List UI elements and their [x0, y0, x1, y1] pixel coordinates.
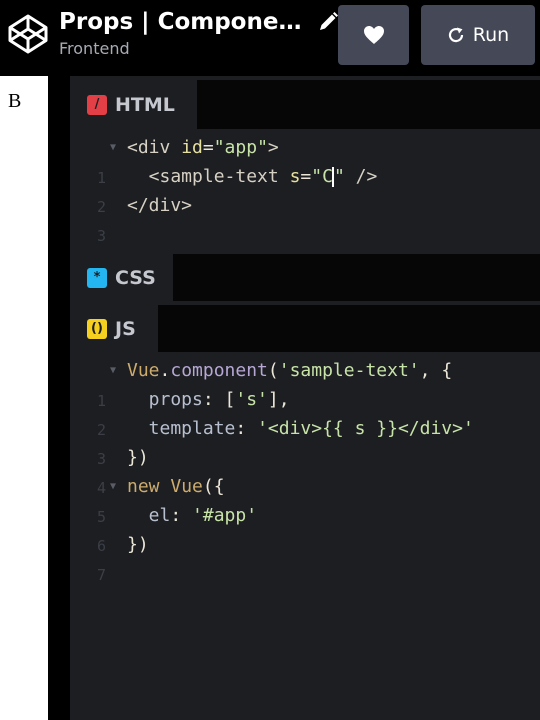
editors-panel: / HTML 1 ▼ <div id="app"> 2 <sample-text…: [70, 76, 540, 720]
code-line: 5 ▼ new Vue({: [70, 472, 540, 526]
fold-arrow-icon[interactable]: ▼: [110, 472, 116, 502]
codepen-logo-icon[interactable]: [7, 13, 49, 55]
line-number: 7: [96, 566, 106, 584]
code-line: 4: [70, 220, 540, 274]
resize-divider[interactable]: [48, 76, 70, 720]
preview-output: B: [8, 90, 22, 112]
code-line: 1 ▼ <div id="app">: [70, 133, 540, 187]
code-text: props: ['s'],: [127, 389, 290, 410]
code-line: 3 template: '<div>{{ s }}</div>': [70, 414, 540, 468]
html-tab-bar: / HTML: [70, 80, 540, 129]
tab-js[interactable]: () JS: [70, 305, 158, 352]
code-line: 4 }): [70, 443, 540, 497]
html-badge-icon: /: [87, 94, 107, 115]
code-line: 6 el: '#app': [70, 501, 540, 555]
code-text: template: '<div>{{ s }}</div>': [127, 418, 474, 439]
run-label: Run: [472, 24, 510, 46]
pen-header: Props | Components... Frontend Run: [0, 0, 540, 76]
code-line: 3 </div>: [70, 191, 540, 245]
run-button[interactable]: Run: [421, 5, 535, 65]
css-tab-bar: * CSS: [70, 254, 540, 301]
code-text: el: '#app': [127, 505, 258, 526]
code-text: Vue.component('sample-text', {: [127, 360, 453, 381]
pen-subtitle[interactable]: Frontend: [59, 39, 339, 59]
result-preview[interactable]: B: [0, 76, 48, 720]
refresh-icon: [448, 27, 463, 43]
love-button[interactable]: [338, 5, 409, 65]
code-line: 1 ▼ Vue.component('sample-text', {: [70, 356, 540, 410]
html-code-editor[interactable]: 1 ▼ <div id="app"> 2 <sample-text s="C" …: [70, 133, 540, 274]
code-line: 7 }): [70, 530, 540, 584]
pencil-icon[interactable]: [317, 11, 339, 33]
tab-css-label: CSS: [115, 266, 156, 289]
tab-js-label: JS: [115, 317, 136, 340]
fold-arrow-icon[interactable]: ▼: [110, 356, 116, 386]
code-text: new Vue({: [127, 476, 225, 497]
pen-title-area: Props | Components... Frontend: [59, 6, 339, 59]
code-text: </div>: [127, 195, 193, 216]
code-text: <sample-text s="C" />: [127, 166, 378, 187]
js-badge-icon: (): [87, 318, 107, 339]
tab-html-label: HTML: [115, 93, 175, 116]
fold-arrow-icon[interactable]: ▼: [110, 133, 116, 163]
code-text: <div id="app">: [127, 137, 279, 158]
js-tab-bar: () JS: [70, 305, 540, 352]
code-text: }): [127, 534, 149, 555]
heart-icon: [363, 26, 384, 44]
code-text: }): [127, 447, 149, 468]
tab-html[interactable]: / HTML: [70, 80, 197, 129]
code-line: 2 props: ['s'],: [70, 385, 540, 439]
js-code-editor[interactable]: 1 ▼ Vue.component('sample-text', { 2 pro…: [70, 356, 540, 720]
css-badge-icon: *: [87, 267, 107, 288]
code-line: 2 <sample-text s="C" />: [70, 162, 540, 216]
tab-css[interactable]: * CSS: [70, 254, 173, 301]
pen-title[interactable]: Props | Components...: [59, 6, 311, 38]
